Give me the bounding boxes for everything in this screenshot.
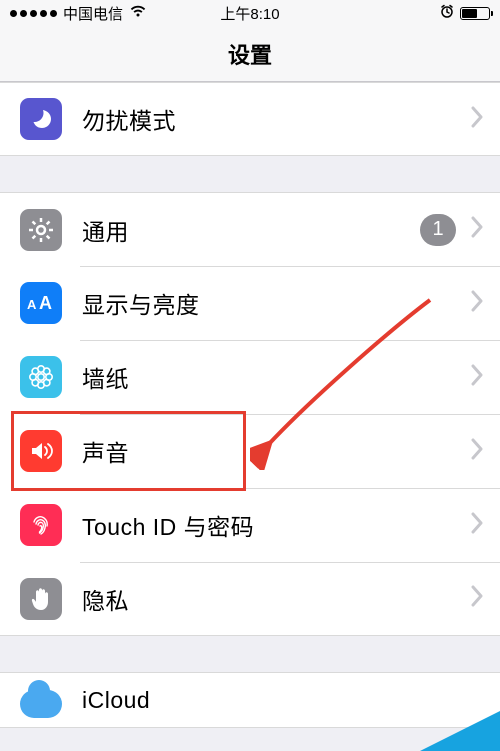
- svg-text:A: A: [39, 293, 52, 313]
- cell-label: 通用: [82, 213, 420, 247]
- cell-label: 墙纸: [82, 360, 470, 394]
- status-bar: 中国电信 上午8:10: [0, 0, 500, 26]
- cloud-icon: [20, 682, 62, 718]
- chevron-right-icon: [470, 290, 484, 317]
- speaker-icon: [20, 430, 62, 472]
- group-main: 通用 1 AA 显示与亮度 墙纸 声音: [0, 192, 500, 636]
- status-right: [440, 4, 490, 22]
- page-title: 设置: [228, 38, 272, 70]
- cell-label: 声音: [82, 434, 470, 468]
- carrier-label: 中国电信: [63, 3, 123, 24]
- cell-touchid[interactable]: Touch ID 与密码: [0, 488, 500, 562]
- clock: 上午8:10: [220, 3, 279, 24]
- fingerprint-icon: [20, 504, 62, 546]
- battery-icon: [460, 7, 490, 20]
- moon-icon: [20, 98, 62, 140]
- flower-icon: [20, 356, 62, 398]
- hand-icon: [20, 578, 62, 620]
- gear-icon: [20, 209, 62, 251]
- chevron-right-icon: [470, 216, 484, 243]
- chevron-right-icon: [470, 585, 484, 612]
- alarm-icon: [440, 4, 454, 22]
- corner-decoration: [420, 711, 500, 751]
- badge: 1: [420, 214, 456, 246]
- chevron-right-icon: [470, 364, 484, 391]
- chevron-right-icon: [470, 106, 484, 133]
- signal-dots: [10, 10, 57, 17]
- cell-label: 显示与亮度: [82, 286, 470, 320]
- status-left: 中国电信: [10, 3, 147, 24]
- wifi-icon: [129, 4, 147, 22]
- cell-general[interactable]: 通用 1: [0, 192, 500, 266]
- text-size-icon: AA: [20, 282, 62, 324]
- cell-label: Touch ID 与密码: [82, 508, 470, 542]
- cell-display[interactable]: AA 显示与亮度: [0, 266, 500, 340]
- cell-label: 勿扰模式: [82, 102, 470, 136]
- nav-bar: 设置: [0, 26, 500, 82]
- chevron-right-icon: [470, 438, 484, 465]
- group-dnd: 勿扰模式: [0, 82, 500, 156]
- cell-privacy[interactable]: 隐私: [0, 562, 500, 636]
- svg-text:A: A: [27, 297, 37, 312]
- chevron-right-icon: [470, 512, 484, 539]
- cell-wallpaper[interactable]: 墙纸: [0, 340, 500, 414]
- cell-dnd[interactable]: 勿扰模式: [0, 82, 500, 156]
- cell-sounds[interactable]: 声音: [0, 414, 500, 488]
- cell-label: 隐私: [82, 582, 470, 616]
- cell-label: iCloud: [82, 687, 492, 714]
- settings-screen: 中国电信 上午8:10 设置 勿扰模式: [0, 0, 500, 751]
